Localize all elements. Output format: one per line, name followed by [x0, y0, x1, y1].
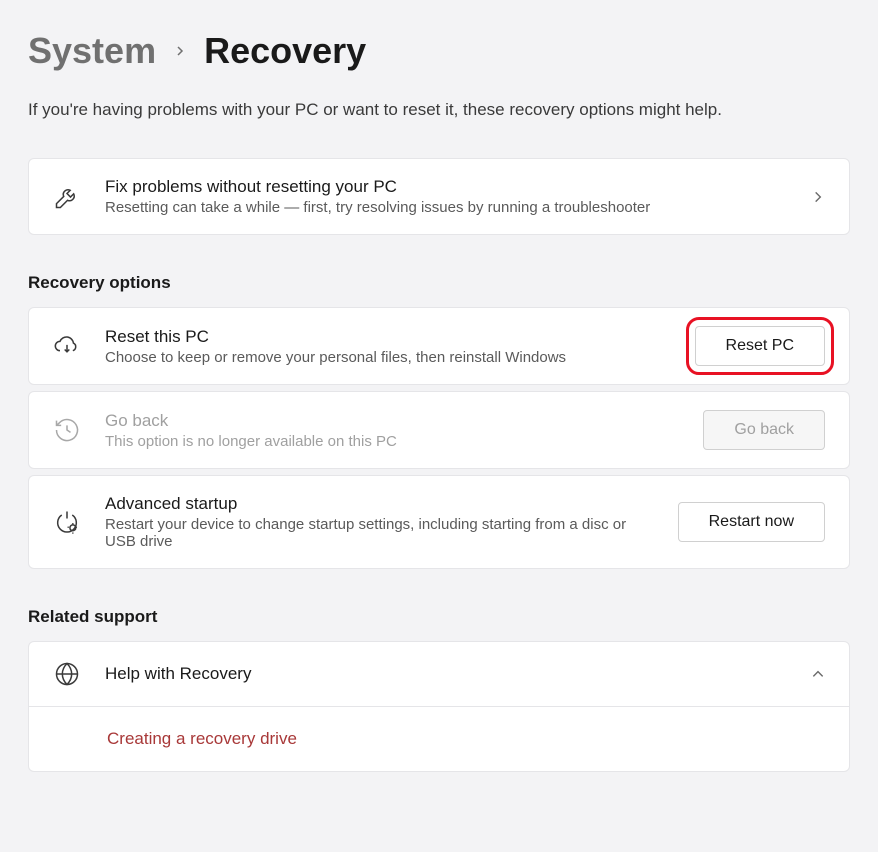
fix-problems-card[interactable]: Fix problems without resetting your PC R…	[28, 158, 850, 235]
advanced-startup-title: Advanced startup	[105, 494, 654, 514]
fix-problems-desc: Resetting can take a while — first, try …	[105, 199, 787, 216]
card-content: Go back This option is no longer availab…	[105, 411, 679, 450]
breadcrumb: System Recovery	[28, 30, 850, 72]
reset-pc-title: Reset this PC	[105, 327, 671, 347]
advanced-startup-desc: Restart your device to change startup se…	[105, 516, 654, 550]
go-back-button: Go back	[703, 410, 825, 450]
recovery-options-header: Recovery options	[28, 273, 850, 293]
go-back-desc: This option is no longer available on th…	[105, 433, 679, 450]
reset-pc-card: Reset this PC Choose to keep or remove y…	[28, 307, 850, 385]
fix-problems-title: Fix problems without resetting your PC	[105, 177, 787, 197]
history-icon	[53, 416, 81, 444]
chevron-right-icon	[174, 45, 186, 57]
page-title: Recovery	[204, 30, 366, 72]
go-back-title: Go back	[105, 411, 679, 431]
card-action: Go back	[703, 410, 825, 450]
breadcrumb-parent[interactable]: System	[28, 30, 156, 72]
card-action: Reset PC	[695, 326, 825, 366]
help-recovery-body: Creating a recovery drive	[29, 706, 849, 771]
help-recovery-card: Help with Recovery Creating a recovery d…	[28, 641, 850, 772]
card-content: Fix problems without resetting your PC R…	[105, 177, 787, 216]
help-recovery-title: Help with Recovery	[105, 664, 787, 684]
card-action: Restart now	[678, 502, 825, 542]
help-recovery-header[interactable]: Help with Recovery	[29, 642, 849, 706]
power-gear-icon	[53, 508, 81, 536]
reset-pc-desc: Choose to keep or remove your personal f…	[105, 349, 671, 366]
advanced-startup-card: Advanced startup Restart your device to …	[28, 475, 850, 569]
restart-now-button[interactable]: Restart now	[678, 502, 825, 542]
cloud-reset-icon	[53, 332, 81, 360]
reset-pc-button[interactable]: Reset PC	[695, 326, 825, 366]
recovery-drive-link[interactable]: Creating a recovery drive	[107, 729, 825, 749]
card-content: Advanced startup Restart your device to …	[105, 494, 654, 550]
wrench-icon	[53, 183, 81, 211]
card-content: Reset this PC Choose to keep or remove y…	[105, 327, 671, 366]
recovery-options-group: Reset this PC Choose to keep or remove y…	[28, 307, 850, 569]
page-subtitle: If you're having problems with your PC o…	[28, 100, 850, 120]
go-back-card: Go back This option is no longer availab…	[28, 391, 850, 469]
chevron-right-icon	[811, 190, 825, 204]
globe-icon	[53, 660, 81, 688]
chevron-up-icon	[811, 667, 825, 681]
related-support-header: Related support	[28, 607, 850, 627]
